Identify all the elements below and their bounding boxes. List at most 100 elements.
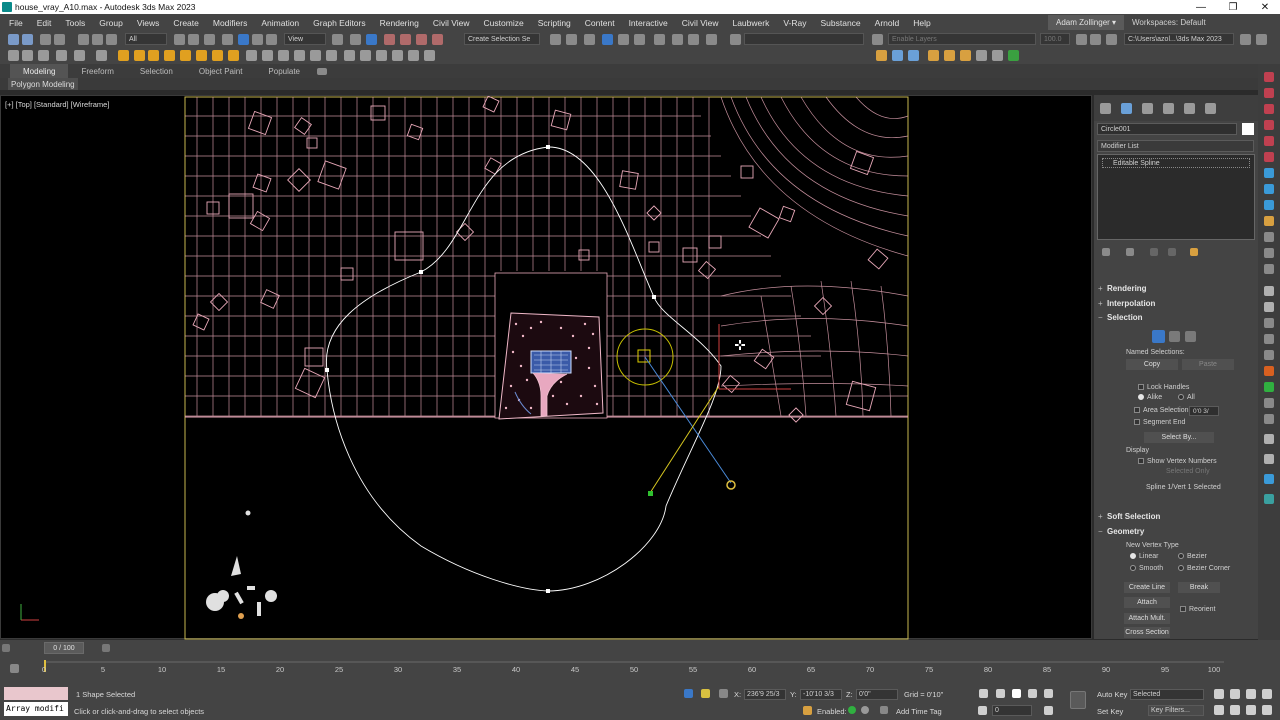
area-selection-option[interactable]: Area Selection: [1134,407,1190,414]
curve-editor-mini-icon[interactable] [10,664,19,673]
all-radio[interactable] [1178,394,1184,401]
scripted-tool-icon-2[interactable] [1264,88,1274,98]
scripted-tool-icon-10[interactable] [1264,216,1274,226]
bezier-radio[interactable] [1178,553,1184,560]
itoo-library-icon[interactable] [944,50,955,61]
mirror-icon[interactable] [550,34,561,45]
light-icon[interactable] [118,50,129,61]
menu-substance[interactable]: Substance [813,18,867,28]
key-mode-icon[interactable] [978,706,987,715]
pivot-center-icon[interactable] [332,34,343,45]
project-icon[interactable] [1076,34,1087,45]
orbit-icon[interactable] [1246,705,1256,715]
previous-frame-icon[interactable] [996,689,1005,698]
enabled-indicator-icon[interactable] [848,706,856,714]
close-button[interactable]: ✕ [1250,0,1280,14]
redo-icon[interactable] [22,34,33,45]
vray-frame-buffer-icon[interactable] [408,50,419,61]
ribbon-options-icon[interactable] [317,67,328,75]
menu-tools[interactable]: Tools [58,18,92,28]
modify-tab-icon[interactable] [1121,103,1132,114]
selection-filter-dropdown[interactable]: All [125,33,167,45]
ribbon-toggle-icon[interactable] [618,34,629,45]
toggle-scene-explorer-icon[interactable] [584,34,595,45]
render-icon[interactable] [730,34,741,45]
enable-layers-field[interactable]: Enable Layers [888,33,1036,45]
named-selection-sets-dropdown[interactable]: Create Selection Se [464,33,540,45]
reorient-checkbox[interactable] [1180,606,1186,613]
hierarchy-tab-icon[interactable] [1142,103,1153,114]
create-tab-icon[interactable] [1100,103,1111,114]
scripted-tool-icon-5[interactable] [1264,136,1274,146]
vray-light-icon[interactable] [344,50,355,61]
alike-option[interactable]: Alike [1138,394,1162,401]
selected-only-option[interactable]: Selected Only [1166,468,1210,475]
play-icon[interactable] [1012,689,1021,698]
minimize-button[interactable]: — [1186,0,1216,14]
menu-modifiers[interactable]: Modifiers [206,18,254,28]
menu-vray[interactable]: V-Ray [776,18,813,28]
rollout-soft-selection[interactable]: + Soft Selection [1098,510,1248,522]
rollout-geometry[interactable]: − Geometry [1098,525,1248,537]
percent-snap-icon[interactable] [416,34,427,45]
area-selection-spinner[interactable]: 0'0 3/ [1189,406,1219,416]
material-editor-icon[interactable] [672,34,683,45]
utilities-tab-icon[interactable] [1205,103,1216,114]
menu-file[interactable]: File [0,18,30,28]
user-account-button[interactable]: Adam Zollinger ▾ [1048,15,1125,30]
zoom-all-icon[interactable] [1230,689,1240,699]
scripted-tool-icon-23[interactable] [1264,434,1274,444]
scripted-tool-icon-22[interactable] [1264,414,1274,424]
toolbar-overflow-icon[interactable] [1240,34,1251,45]
system-icon[interactable] [180,50,191,61]
run-script-icon[interactable] [1008,50,1019,61]
undo-icon[interactable] [8,34,19,45]
menu-laubwerk[interactable]: Laubwerk [725,18,776,28]
copy-button[interactable]: Copy [1126,359,1178,370]
menu-edit[interactable]: Edit [30,18,59,28]
vray-sphere-icon[interactable] [294,50,305,61]
select-manipulate-icon[interactable] [350,34,361,45]
segment-mode-icon[interactable] [1169,331,1180,342]
keyboard-shortcut-override-icon[interactable] [366,34,377,45]
stack-item-editable-spline[interactable]: Editable Spline [1102,158,1250,168]
pan-view-icon[interactable] [1230,705,1240,715]
align-icon[interactable] [566,34,577,45]
reference-coordinate-dropdown[interactable]: View [284,33,326,45]
pin-stack-icon[interactable] [1102,248,1110,256]
maximize-viewport-icon[interactable] [1262,705,1272,715]
rotate-icon[interactable] [252,34,263,45]
rollout-rendering[interactable]: + Rendering [1098,282,1248,294]
attach-button[interactable]: Attach [1124,597,1170,608]
help-icon[interactable] [908,50,919,61]
scripted-tool-icon-24[interactable] [1264,454,1274,464]
select-object-icon[interactable] [174,34,185,45]
time-configuration-icon[interactable] [1044,706,1053,715]
scripted-tool-icon-6[interactable] [1264,152,1274,162]
set-key-large-icon[interactable] [1070,691,1086,709]
maximize-button[interactable]: ❐ [1218,0,1248,14]
vray-decal-icon[interactable] [310,50,321,61]
menu-help[interactable]: Help [906,18,937,28]
toolbar-expand-icon[interactable] [1256,34,1267,45]
configure-modifier-sets-icon[interactable] [1190,248,1198,256]
select-by-button[interactable]: Select By... [1144,432,1214,443]
render-setup-icon[interactable] [688,34,699,45]
railclone-icon[interactable] [928,50,939,61]
show-end-result-icon[interactable] [1126,248,1134,256]
plane-icon[interactable] [96,50,107,61]
select-tool-icon[interactable] [8,50,19,61]
scripted-tool-icon-15[interactable] [1264,302,1274,312]
menu-civil-view[interactable]: Civil View [426,18,477,28]
workspaces-selector[interactable]: Workspaces: Default [1132,14,1206,31]
scripted-tool-icon-12[interactable] [1264,248,1274,258]
zoom-value-field[interactable]: 100.0 [1040,33,1070,45]
spinner-snap-icon[interactable] [432,34,443,45]
maxscript-listener-output[interactable] [4,687,68,700]
scripted-tool-icon-16[interactable] [1264,318,1274,328]
rotate-view-icon[interactable] [22,50,33,61]
window-crossing-icon[interactable] [222,34,233,45]
unlink-icon[interactable] [54,34,65,45]
remove-modifier-icon[interactable] [1168,248,1176,256]
toggle-layer-explorer-icon[interactable] [602,34,613,45]
